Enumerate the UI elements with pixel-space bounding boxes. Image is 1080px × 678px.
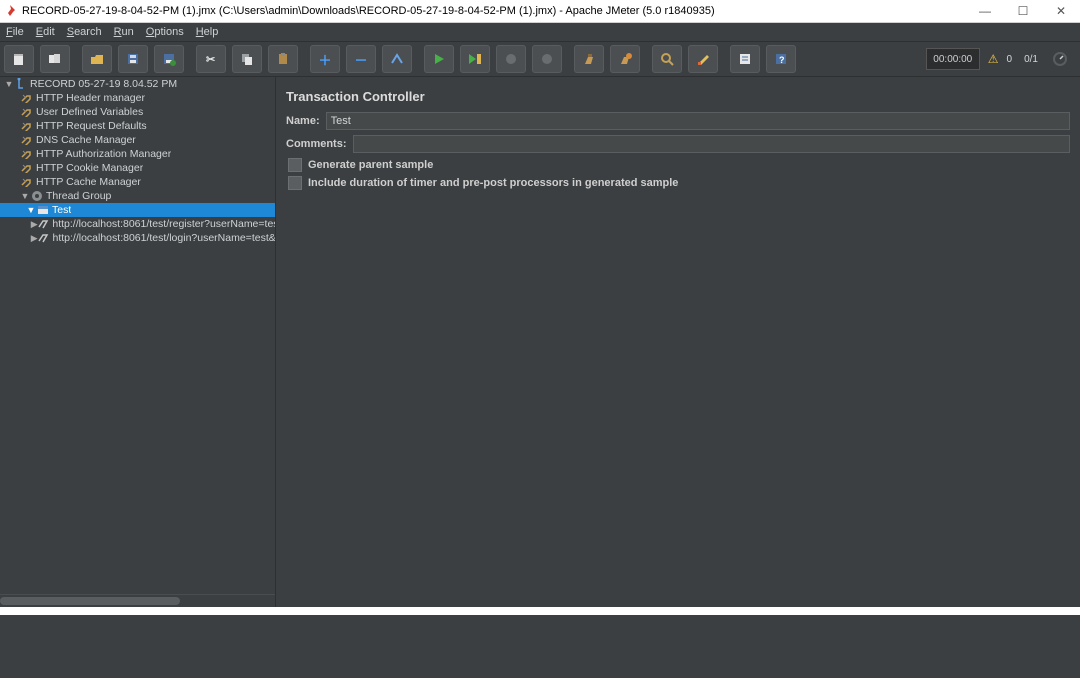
gauge-icon: [1052, 51, 1068, 67]
start-no-pause-button[interactable]: [460, 45, 490, 73]
tree-item-label: Test: [52, 204, 71, 216]
save-as-button[interactable]: [154, 45, 184, 73]
test-plan-tree[interactable]: ▼ RECORD 05-27-19 8.04.52 PM HTTP Header…: [0, 77, 276, 607]
tree-cfg-item[interactable]: User Defined Variables: [0, 105, 275, 119]
checkbox-label: Generate parent sample: [308, 159, 433, 171]
window-close-button[interactable]: ✕: [1042, 0, 1080, 22]
menu-edit[interactable]: Edit: [36, 26, 55, 38]
new-button[interactable]: [4, 45, 34, 73]
stop-button[interactable]: [496, 45, 526, 73]
tree-item-label: HTTP Cache Manager: [36, 176, 141, 188]
tree-cfg-item[interactable]: HTTP Cookie Manager: [0, 161, 275, 175]
window-bottom-border: [0, 607, 1080, 615]
function-helper-button[interactable]: [730, 45, 760, 73]
save-button[interactable]: [118, 45, 148, 73]
wrench-icon: [20, 92, 34, 104]
tree-cfg-item[interactable]: HTTP Header manager: [0, 91, 275, 105]
wrench-icon: [20, 176, 34, 188]
menu-options[interactable]: Options: [146, 26, 184, 38]
tree-thread-group[interactable]: ▼ Thread Group: [0, 189, 275, 203]
controller-icon: [36, 204, 50, 216]
tree-http-request[interactable]: ▶ http://localhost:8061/test/register?us…: [0, 217, 275, 231]
generate-parent-sample-checkbox[interactable]: Generate parent sample: [286, 158, 1070, 172]
window-title: RECORD-05-27-19-8-04-52-PM (1).jmx (C:\U…: [22, 5, 1074, 17]
gear-icon: [30, 190, 44, 202]
wrench-icon: [20, 106, 34, 118]
copy-button[interactable]: [232, 45, 262, 73]
tree-cfg-item[interactable]: HTTP Request Defaults: [0, 119, 275, 133]
toolbar: ✂ ＋ － ? 00:00:00 ⚠ 0 0/1: [0, 42, 1080, 77]
open-button[interactable]: [82, 45, 112, 73]
thread-count: 0/1: [1024, 54, 1038, 65]
tree-item-label: http://localhost:8061/test/login?userNam…: [52, 232, 275, 244]
tree-cfg-item[interactable]: HTTP Cache Manager: [0, 175, 275, 189]
elapsed-timer: 00:00:00: [926, 48, 980, 70]
menu-run[interactable]: Run: [114, 26, 134, 38]
menu-help[interactable]: Help: [196, 26, 219, 38]
checkbox-icon: [288, 176, 302, 190]
shutdown-button[interactable]: [532, 45, 562, 73]
warning-icon[interactable]: ⚠: [988, 52, 999, 66]
tree-item-label: HTTP Cookie Manager: [36, 162, 143, 174]
checkbox-icon: [288, 158, 302, 172]
clear-button[interactable]: [574, 45, 604, 73]
tree-cfg-item[interactable]: HTTP Authorization Manager: [0, 147, 275, 161]
window-maximize-button[interactable]: ☐: [1004, 0, 1042, 22]
toggle-button[interactable]: [382, 45, 412, 73]
tree-item-label: User Defined Variables: [36, 106, 143, 118]
cut-button[interactable]: ✂: [196, 45, 226, 73]
start-button[interactable]: [424, 45, 454, 73]
svg-text:✂: ✂: [206, 54, 215, 66]
tree-item-label: HTTP Header manager: [36, 92, 145, 104]
panel-heading: Transaction Controller: [286, 89, 1070, 104]
expand-all-button[interactable]: ＋: [310, 45, 340, 73]
collapse-all-button[interactable]: －: [346, 45, 376, 73]
tree-item-label: Thread Group: [46, 190, 111, 202]
sampler-icon: [38, 218, 50, 230]
menu-search[interactable]: Search: [67, 26, 102, 38]
reset-search-button[interactable]: [688, 45, 718, 73]
tree-http-request[interactable]: ▶ http://localhost:8061/test/login?userN…: [0, 231, 275, 245]
tree-transaction-controller[interactable]: ▼ Test: [0, 203, 275, 217]
name-input[interactable]: [326, 112, 1070, 130]
clear-all-button[interactable]: [610, 45, 640, 73]
tree-item-label: HTTP Authorization Manager: [36, 148, 171, 160]
wrench-icon: [20, 120, 34, 132]
comments-label: Comments:: [286, 138, 347, 150]
menu-bar: File Edit Search Run Options Help: [0, 23, 1080, 42]
checkbox-label: Include duration of timer and pre-post p…: [308, 177, 678, 189]
tree-item-label: HTTP Request Defaults: [36, 120, 147, 132]
help-button[interactable]: ?: [766, 45, 796, 73]
search-button[interactable]: [652, 45, 682, 73]
wrench-icon: [20, 162, 34, 174]
tree-root[interactable]: ▼ RECORD 05-27-19 8.04.52 PM: [0, 77, 275, 91]
tree-root-label: RECORD 05-27-19 8.04.52 PM: [30, 78, 177, 90]
tree-item-label: DNS Cache Manager: [36, 134, 136, 146]
jmeter-app-icon: [6, 4, 16, 18]
templates-button[interactable]: [40, 45, 70, 73]
wrench-icon: [20, 148, 34, 160]
wrench-icon: [20, 134, 34, 146]
config-panel: Transaction Controller Name: Comments: G…: [276, 77, 1080, 607]
tree-item-label: http://localhost:8061/test/register?user…: [52, 218, 275, 230]
testplan-icon: [14, 78, 28, 90]
tree-cfg-item[interactable]: DNS Cache Manager: [0, 133, 275, 147]
svg-text:?: ?: [779, 55, 785, 65]
include-duration-checkbox[interactable]: Include duration of timer and pre-post p…: [286, 176, 1070, 190]
menu-file[interactable]: File: [6, 26, 24, 38]
main-area: ▼ RECORD 05-27-19 8.04.52 PM HTTP Header…: [0, 77, 1080, 607]
tree-horizontal-scrollbar[interactable]: [0, 594, 275, 607]
name-label: Name:: [286, 115, 320, 127]
warning-count: 0: [1007, 54, 1013, 65]
window-titlebar: RECORD-05-27-19-8-04-52-PM (1).jmx (C:\U…: [0, 0, 1080, 23]
sampler-icon: [38, 232, 50, 244]
comments-input[interactable]: [353, 135, 1070, 153]
paste-button[interactable]: [268, 45, 298, 73]
window-minimize-button[interactable]: —: [966, 0, 1004, 22]
